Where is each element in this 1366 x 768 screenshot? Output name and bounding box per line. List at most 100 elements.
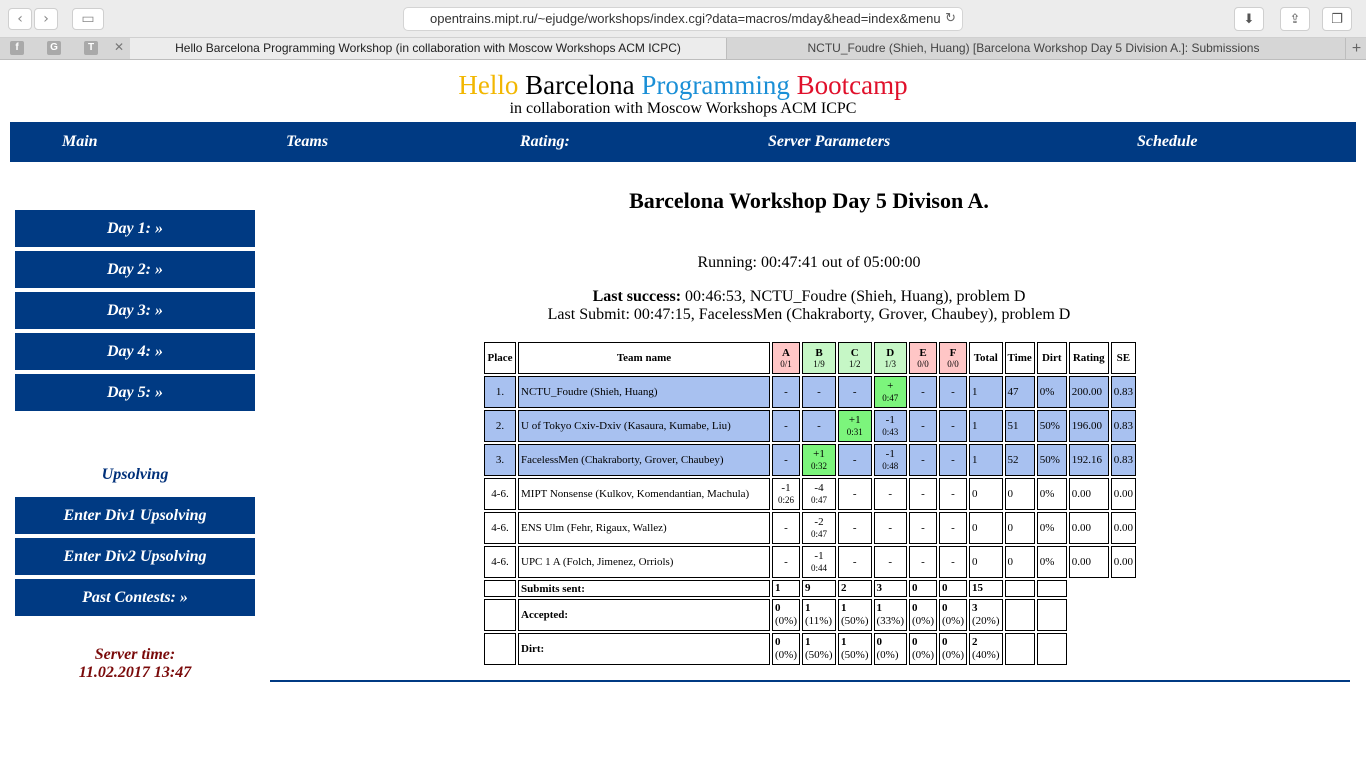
cell-problem-result: - [838, 512, 872, 544]
cell-problem-result: - [909, 478, 937, 510]
cell-team-name[interactable]: ENS Ulm (Fehr, Rigaux, Wallez) [518, 512, 770, 544]
cell-problem-result: -1 0:43 [873, 410, 907, 442]
result-value: + [887, 380, 894, 392]
sidebar-day-1[interactable]: Day 1: » [15, 210, 255, 249]
summary-value: 2 (40%) [969, 633, 1003, 665]
col-header-rating: Rating [1068, 342, 1109, 374]
cell-empty [1036, 580, 1067, 597]
share-button[interactable]: ⇪ [1280, 7, 1310, 31]
result-value: - [784, 420, 788, 432]
result-value: +1 [813, 448, 825, 460]
downloads-button[interactable]: ⬇ [1234, 7, 1264, 31]
cell-total: 1 [969, 444, 1003, 476]
sidebar-day-4[interactable]: Day 4: » [15, 333, 255, 372]
sidebar-enter-div1-upsolving[interactable]: Enter Div1 Upsolving [15, 497, 255, 536]
cell-rating: 192.16 [1068, 444, 1109, 476]
cell-dirt: 50% [1036, 410, 1067, 442]
new-tab-button[interactable]: + [1345, 38, 1366, 59]
cell-team-name[interactable]: MIPT Nonsense (Kulkov, Komendantian, Mac… [518, 478, 770, 510]
cell-problem-result: +0:47 [873, 376, 907, 408]
col-header-problem[interactable]: A 0/1 [772, 342, 800, 374]
result-value: - [852, 556, 857, 568]
summary-count: 2 [972, 636, 978, 648]
upsolving-heading: Upsolving [101, 466, 169, 483]
cell-time: 0 [1004, 546, 1035, 578]
result-value: - [921, 454, 925, 466]
result-value: -1 [885, 414, 895, 426]
cell-dirt: 0% [1036, 376, 1067, 408]
summary-count: 1 [841, 602, 847, 614]
sidebar-day-3[interactable]: Day 3: » [15, 292, 255, 331]
result-value: - [921, 522, 925, 534]
cell-problem-result: - [909, 512, 937, 544]
close-tab-icon[interactable]: ✕ [114, 40, 124, 54]
nav-server-parameters[interactable]: Server Parameters [768, 122, 890, 162]
problem-name: D [886, 347, 895, 359]
sidebar-icon: ▭ [81, 11, 95, 27]
main-nav: Main Teams Rating: Server Parameters Sch… [10, 122, 1356, 162]
pinned-tab-g-icon[interactable]: G [47, 41, 61, 55]
sidebar-toggle-button[interactable]: ▭ [72, 8, 104, 30]
cell-time: 0 [1004, 512, 1035, 544]
result-value: - [817, 386, 821, 398]
summary-count: 1 [775, 582, 781, 594]
summary-count: 15 [972, 582, 983, 594]
col-header-problem[interactable]: F 0/0 [939, 342, 967, 374]
sidebar-day-5[interactable]: Day 5: » [15, 374, 255, 413]
result-value: - [921, 386, 925, 398]
cell-se: 0.00 [1110, 478, 1136, 510]
cell-empty [484, 599, 516, 631]
address-bar[interactable]: opentrains.mipt.ru/~ejudge/workshops/ind… [403, 7, 963, 31]
cell-problem-result: -1 0:44 [802, 546, 836, 578]
col-header-problem[interactable]: D 1/3 [873, 342, 907, 374]
result-value: - [888, 522, 893, 534]
result-value: - [852, 454, 857, 466]
cell-place: 4-6. [484, 478, 516, 510]
cell-problem-result: - [939, 444, 967, 476]
tab-active[interactable]: Hello Barcelona Programming Workshop (in… [130, 38, 727, 59]
summary-percent: (20%) [972, 615, 1000, 627]
cell-team-name[interactable]: U of Tokyo Cxiv-Dxiv (Kasaura, Kumabe, L… [518, 410, 770, 442]
tab-submissions[interactable]: NCTU_Foudre (Shieh, Huang) [Barcelona Wo… [727, 38, 1340, 59]
col-header-problem[interactable]: C 1/2 [838, 342, 872, 374]
tabs-icon: ❐ [1331, 11, 1343, 27]
site-subtitle: in collaboration with Moscow Workshops A… [509, 100, 857, 117]
nav-schedule[interactable]: Schedule [1137, 122, 1197, 162]
nav-main[interactable]: Main [62, 122, 98, 162]
sidebar-enter-div2-upsolving[interactable]: Enter Div2 Upsolving [15, 538, 255, 577]
result-value: - [784, 556, 788, 568]
summary-percent: (50%) [841, 615, 869, 627]
col-header-problem[interactable]: B 1/9 [802, 342, 836, 374]
cell-place: 4-6. [484, 512, 516, 544]
forward-button[interactable]: › [34, 8, 58, 30]
pinned-tab-t-icon[interactable]: T [84, 41, 98, 55]
nav-teams[interactable]: Teams [286, 122, 328, 162]
chevron-left-icon: ‹ [17, 11, 23, 27]
cell-team-name[interactable]: UPC 1 A (Folch, Jimenez, Orriols) [518, 546, 770, 578]
back-button[interactable]: ‹ [8, 8, 32, 30]
summary-value: 1 (50%) [802, 633, 836, 665]
nav-rating[interactable]: Rating: [520, 122, 570, 162]
pinned-tab-facebook-icon[interactable]: f [10, 41, 24, 55]
tabs-overview-button[interactable]: ❐ [1322, 7, 1352, 31]
result-value: - [784, 522, 788, 534]
problem-name: B [815, 347, 823, 359]
cell-team-name[interactable]: NCTU_Foudre (Shieh, Huang) [518, 376, 770, 408]
col-header-problem[interactable]: E 0/0 [909, 342, 937, 374]
summary-percent: (40%) [972, 649, 1000, 661]
summary-count: 1 [841, 636, 847, 648]
reload-icon[interactable]: ↻ [945, 8, 956, 30]
summary-value: 1 (33%) [873, 599, 907, 631]
summary-label: Dirt: [518, 633, 770, 665]
col-header-time: Time [1004, 342, 1035, 374]
sidebar-past-contests[interactable]: Past Contests: » [15, 579, 255, 618]
cell-rating: 0.00 [1068, 512, 1109, 544]
problem-name: F [949, 347, 957, 359]
col-header-place: Place [484, 342, 516, 374]
last-submit: Last Submit: 00:47:15, FacelessMen (Chak… [547, 306, 1071, 323]
summary-count: 0 [912, 582, 918, 594]
sidebar-day-2[interactable]: Day 2: » [15, 251, 255, 290]
cell-team-name[interactable]: FacelessMen (Chakraborty, Grover, Chaube… [518, 444, 770, 476]
summary-value: 3 [873, 580, 907, 597]
table-row: 4-6. ENS Ulm (Fehr, Rigaux, Wallez) - -2 0:4… [484, 512, 1136, 544]
